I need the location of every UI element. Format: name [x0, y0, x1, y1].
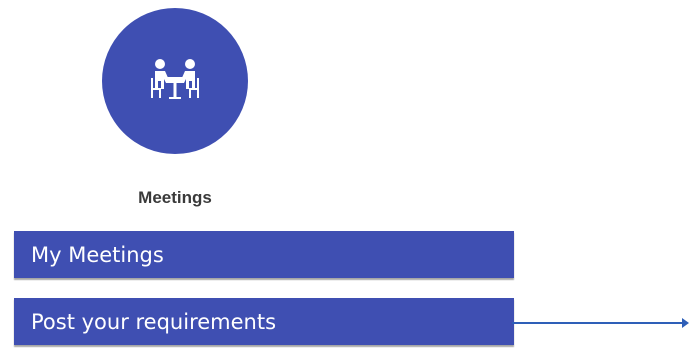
my-meetings-label: My Meetings	[31, 242, 164, 267]
post-requirements-button[interactable]: Post your requirements	[14, 298, 514, 345]
meeting-table-icon	[151, 59, 199, 99]
right-arrow-icon	[512, 318, 689, 328]
meetings-app-icon[interactable]	[102, 8, 248, 154]
my-meetings-button[interactable]: My Meetings	[14, 231, 514, 278]
post-requirements-label: Post your requirements	[31, 309, 277, 334]
meetings-app-label: Meetings	[138, 188, 212, 207]
